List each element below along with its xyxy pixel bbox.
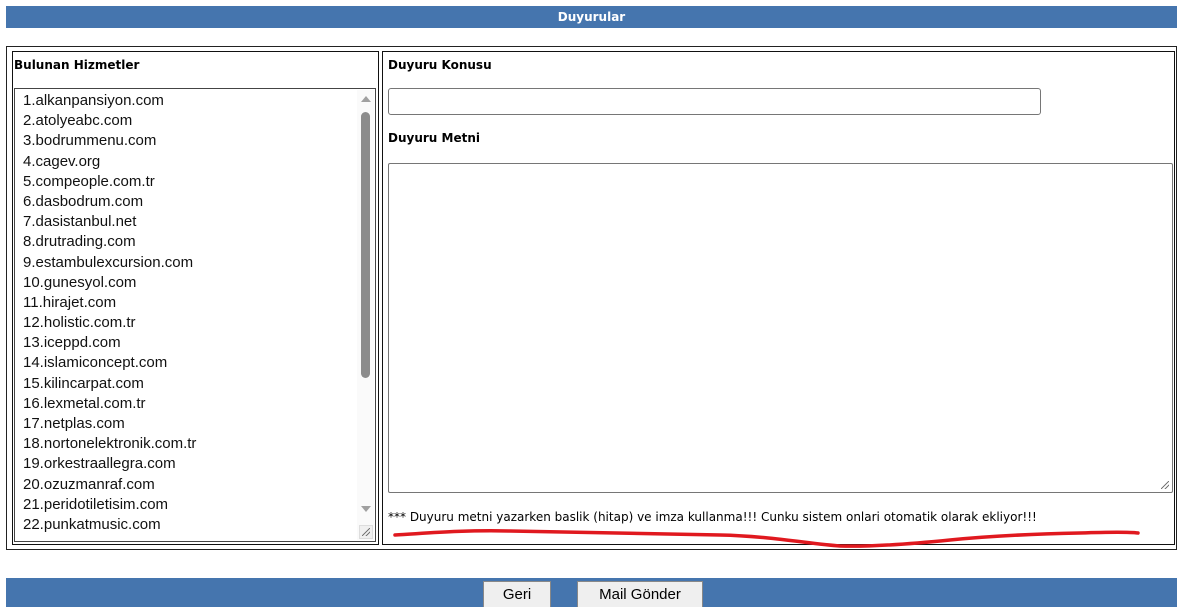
service-list-item[interactable]: 22.punkatmusic.com: [23, 515, 375, 535]
service-list-item[interactable]: 17.netplas.com: [23, 414, 375, 434]
service-list-item[interactable]: 16.lexmetal.com.tr: [23, 394, 375, 414]
services-list: 1.alkanpansiyon.com 2.atolyeabc.com 3.bodr…: [15, 89, 375, 535]
service-list-item[interactable]: 20.ozuzmanraf.com: [23, 475, 375, 495]
service-list-item[interactable]: 13.iceppd.com: [23, 333, 375, 353]
red-underline-annotation: [393, 529, 1140, 548]
page-title: Duyurular: [557, 10, 626, 24]
service-list-item[interactable]: 6.dasbodrum.com: [23, 192, 375, 212]
subject-input[interactable]: [388, 88, 1041, 115]
scroll-up-arrow-icon[interactable]: [361, 96, 371, 102]
resize-grip-icon[interactable]: [359, 525, 373, 539]
service-list-item[interactable]: 9.estambulexcursion.com: [23, 253, 375, 273]
warning-note: *** Duyuru metni yazarken baslik (hitap)…: [388, 510, 1037, 524]
scroll-down-arrow-icon[interactable]: [361, 506, 371, 512]
textarea-resize-grip-icon[interactable]: [1157, 477, 1171, 491]
service-list-item[interactable]: 4.cagev.org: [23, 152, 375, 172]
services-listbox[interactable]: 1.alkanpansiyon.com 2.atolyeabc.com 3.bodr…: [14, 88, 376, 542]
page-title-bar: Duyurular: [6, 6, 1177, 28]
service-list-item[interactable]: 19.orkestraallegra.com: [23, 454, 375, 474]
service-list-item[interactable]: 5.compeople.com.tr: [23, 172, 375, 192]
services-heading: Bulunan Hizmetler: [14, 58, 140, 72]
service-list-item[interactable]: 14.islamiconcept.com: [23, 353, 375, 373]
service-list-item[interactable]: 10.gunesyol.com: [23, 273, 375, 293]
send-mail-button[interactable]: Mail Gönder: [577, 581, 703, 607]
back-button[interactable]: Geri: [483, 581, 551, 607]
service-list-item[interactable]: 3.bodrummenu.com: [23, 131, 375, 151]
services-scrollbar[interactable]: [357, 90, 374, 540]
service-list-item[interactable]: 21.peridotiletisim.com: [23, 495, 375, 515]
service-list-item[interactable]: 7.dasistanbul.net: [23, 212, 375, 232]
service-list-item[interactable]: 2.atolyeabc.com: [23, 111, 375, 131]
service-list-item[interactable]: 18.nortonelektronik.com.tr: [23, 434, 375, 454]
body-label: Duyuru Metni: [388, 131, 480, 145]
service-list-item[interactable]: 8.drutrading.com: [23, 232, 375, 252]
body-textarea[interactable]: [388, 163, 1173, 493]
subject-label: Duyuru Konusu: [388, 58, 492, 72]
service-list-item[interactable]: 1.alkanpansiyon.com: [23, 91, 375, 111]
service-list-item[interactable]: 12.holistic.com.tr: [23, 313, 375, 333]
service-list-item[interactable]: 15.kilincarpat.com: [23, 374, 375, 394]
service-list-item[interactable]: 11.hirajet.com: [23, 293, 375, 313]
scrollbar-thumb[interactable]: [361, 112, 370, 378]
